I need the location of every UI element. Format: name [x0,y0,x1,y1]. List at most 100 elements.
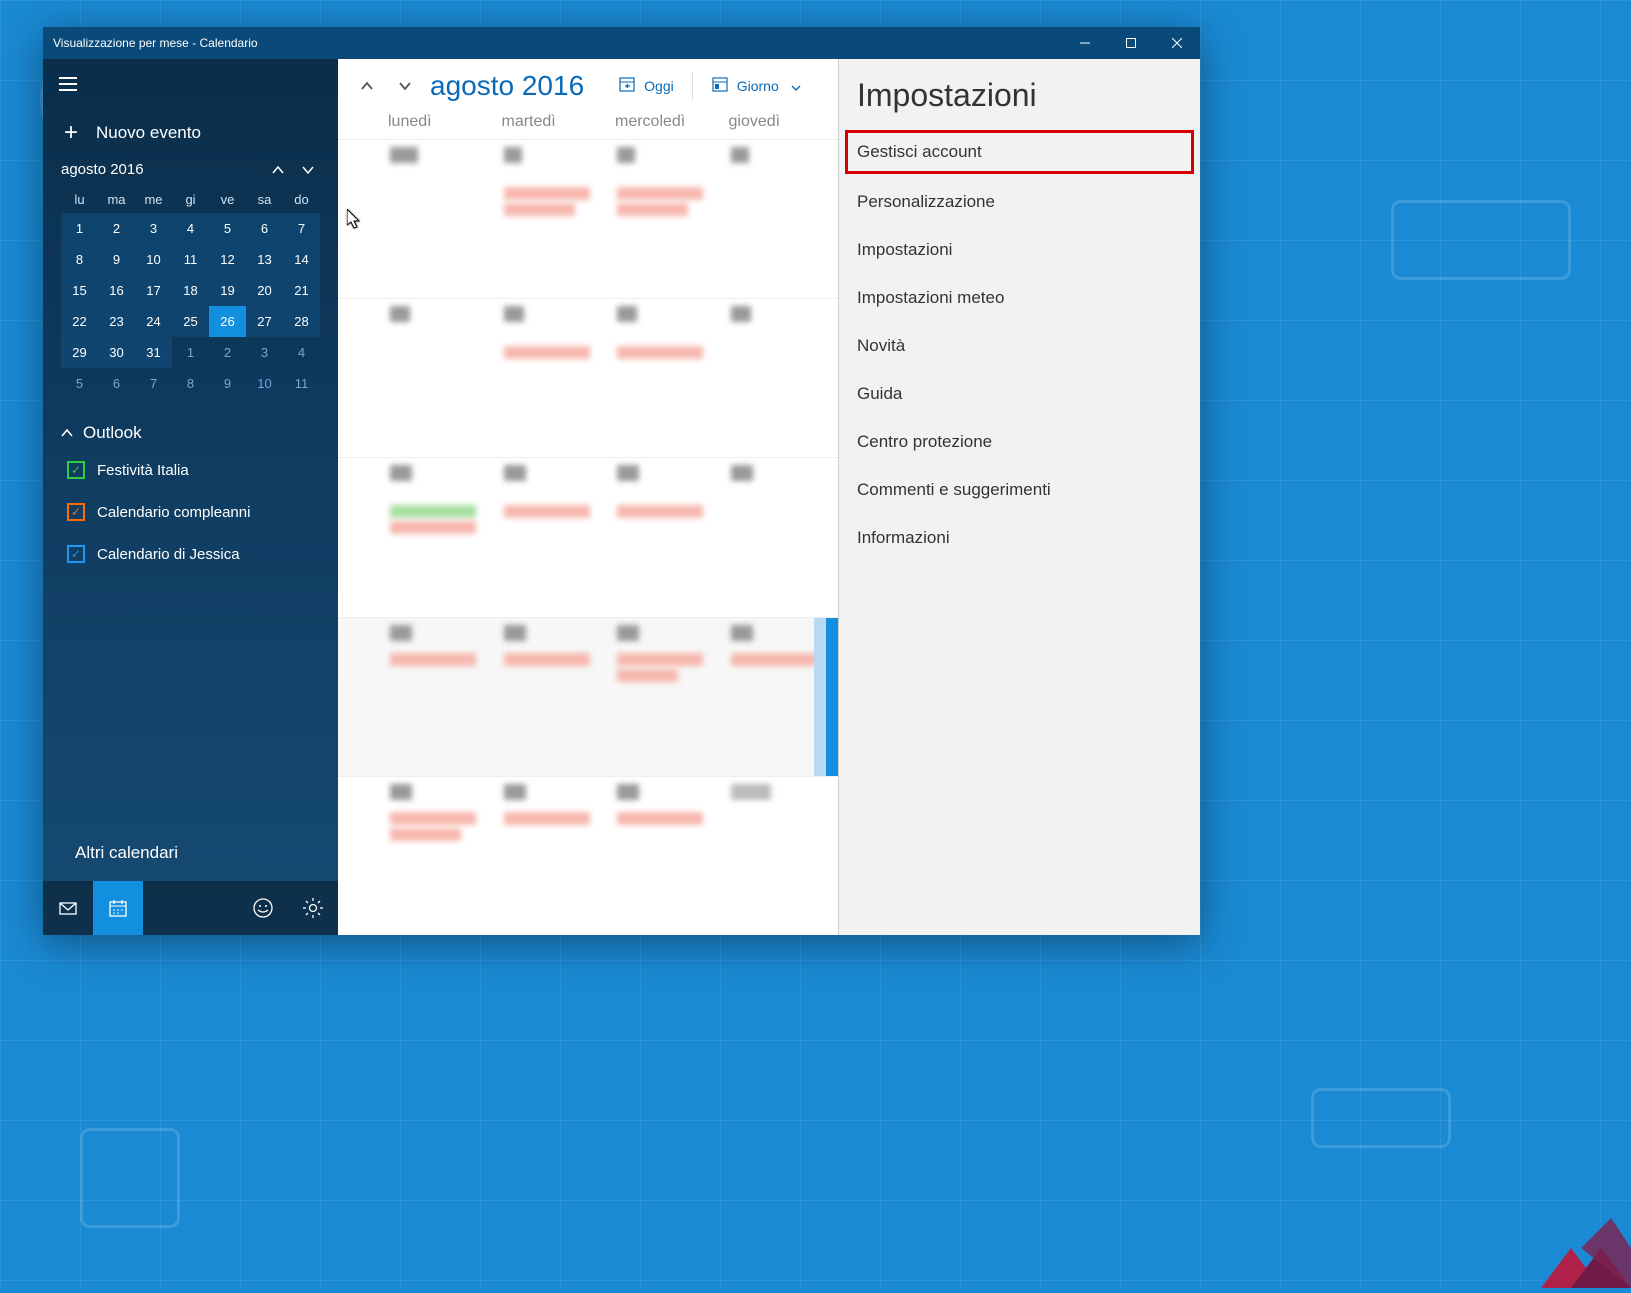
weekday-header: martedì [498,113,612,131]
day-cell[interactable] [725,140,839,298]
other-calendars-button[interactable]: Altri calendari [43,825,338,881]
day-cell[interactable] [725,458,839,616]
mini-cal-day[interactable]: 3 [246,337,283,368]
settings-title: Impostazioni [839,71,1200,126]
today-button[interactable]: Oggi [606,69,686,104]
mini-cal-day[interactable]: 7 [135,368,172,399]
mini-cal-day[interactable]: 10 [246,368,283,399]
mini-cal-day[interactable]: 5 [209,213,246,244]
mini-cal-day[interactable]: 19 [209,275,246,306]
mini-cal-day[interactable]: 30 [98,337,135,368]
mini-cal-day[interactable]: 11 [283,368,320,399]
mini-cal-month-label: agosto 2016 [61,161,260,178]
mini-cal-day[interactable]: 21 [283,275,320,306]
mini-cal-day[interactable]: 3 [135,213,172,244]
mini-cal-day[interactable]: 31 [135,337,172,368]
day-cell[interactable] [384,777,498,935]
mini-cal-day[interactable]: 23 [98,306,135,337]
hamburger-button[interactable] [43,59,93,109]
mini-cal-day[interactable]: 11 [172,244,209,275]
settings-item[interactable]: Impostazioni meteo [839,274,1200,322]
calendar-app-button[interactable] [93,881,143,935]
mini-cal-day[interactable]: 13 [246,244,283,275]
mini-cal-day[interactable]: 22 [61,306,98,337]
day-cell[interactable] [498,618,612,776]
mini-cal-day-header: me [135,186,172,213]
maximize-button[interactable] [1108,27,1154,59]
mini-cal-day[interactable]: 27 [246,306,283,337]
day-cell[interactable] [498,140,612,298]
settings-item[interactable]: Personalizzazione [839,178,1200,226]
calendar-icon [108,898,128,918]
mini-cal-day[interactable]: 6 [98,368,135,399]
mini-cal-day[interactable]: 5 [61,368,98,399]
day-cell[interactable] [384,299,498,457]
week-row [338,776,838,935]
mini-cal-day[interactable]: 6 [246,213,283,244]
mini-cal-day[interactable]: 8 [172,368,209,399]
mini-cal-prev-button[interactable] [266,163,290,177]
mini-cal-day[interactable]: 2 [98,213,135,244]
calendar-list-item[interactable]: ✓Calendario compleanni [61,491,320,533]
settings-item[interactable]: Impostazioni [839,226,1200,274]
close-button[interactable] [1154,27,1200,59]
mini-cal-day-header: lu [61,186,98,213]
feedback-button[interactable] [238,881,288,935]
settings-item[interactable]: Centro protezione [839,418,1200,466]
mini-cal-day[interactable]: 28 [283,306,320,337]
day-cell[interactable] [725,777,839,935]
mini-calendar: agosto 2016 lumamegivesado12345678910111… [43,157,338,409]
mini-cal-day[interactable]: 20 [246,275,283,306]
mini-cal-day[interactable]: 14 [283,244,320,275]
day-cell[interactable] [384,140,498,298]
day-cell[interactable] [384,618,498,776]
new-event-button[interactable]: + Nuovo evento [43,109,338,157]
minimize-button[interactable] [1062,27,1108,59]
settings-item[interactable]: Novità [839,322,1200,370]
day-cell[interactable] [611,299,725,457]
day-cell[interactable] [725,618,839,776]
day-cell[interactable] [611,140,725,298]
day-cell[interactable] [611,777,725,935]
mini-cal-day[interactable]: 16 [98,275,135,306]
day-cell[interactable] [498,458,612,616]
mini-cal-day[interactable]: 9 [98,244,135,275]
day-cell[interactable] [384,458,498,616]
mini-cal-day[interactable]: 10 [135,244,172,275]
mini-cal-day[interactable]: 12 [209,244,246,275]
mini-cal-day[interactable]: 1 [172,337,209,368]
calendar-list-item[interactable]: ✓Festività Italia [61,449,320,491]
mini-cal-day[interactable]: 4 [283,337,320,368]
settings-item[interactable]: Informazioni [839,514,1200,562]
settings-button[interactable] [288,881,338,935]
mini-cal-day[interactable]: 25 [172,306,209,337]
mini-cal-day[interactable]: 4 [172,213,209,244]
day-cell[interactable] [498,777,612,935]
day-cell[interactable] [611,458,725,616]
toolbar-separator [692,72,693,100]
mail-app-button[interactable] [43,881,93,935]
day-cell[interactable] [725,299,839,457]
mini-cal-day[interactable]: 26 [209,306,246,337]
mini-cal-day[interactable]: 9 [209,368,246,399]
settings-item[interactable]: Commenti e suggerimenti [839,466,1200,514]
mini-cal-day[interactable]: 2 [209,337,246,368]
mini-cal-day[interactable]: 7 [283,213,320,244]
mini-cal-day[interactable]: 24 [135,306,172,337]
mini-cal-next-button[interactable] [296,163,320,177]
settings-item[interactable]: Gestisci account [845,130,1194,174]
next-month-button[interactable] [388,69,422,103]
mini-cal-day[interactable]: 1 [61,213,98,244]
prev-month-button[interactable] [350,69,384,103]
calendar-list-item[interactable]: ✓Calendario di Jessica [61,533,320,575]
mini-cal-day[interactable]: 18 [172,275,209,306]
day-cell[interactable] [498,299,612,457]
account-toggle[interactable]: Outlook [43,409,338,449]
day-view-button[interactable]: Giorno [699,69,813,104]
mini-cal-day[interactable]: 29 [61,337,98,368]
mini-cal-day[interactable]: 15 [61,275,98,306]
mini-cal-day[interactable]: 17 [135,275,172,306]
settings-item[interactable]: Guida [839,370,1200,418]
day-cell[interactable] [611,618,725,776]
mini-cal-day[interactable]: 8 [61,244,98,275]
